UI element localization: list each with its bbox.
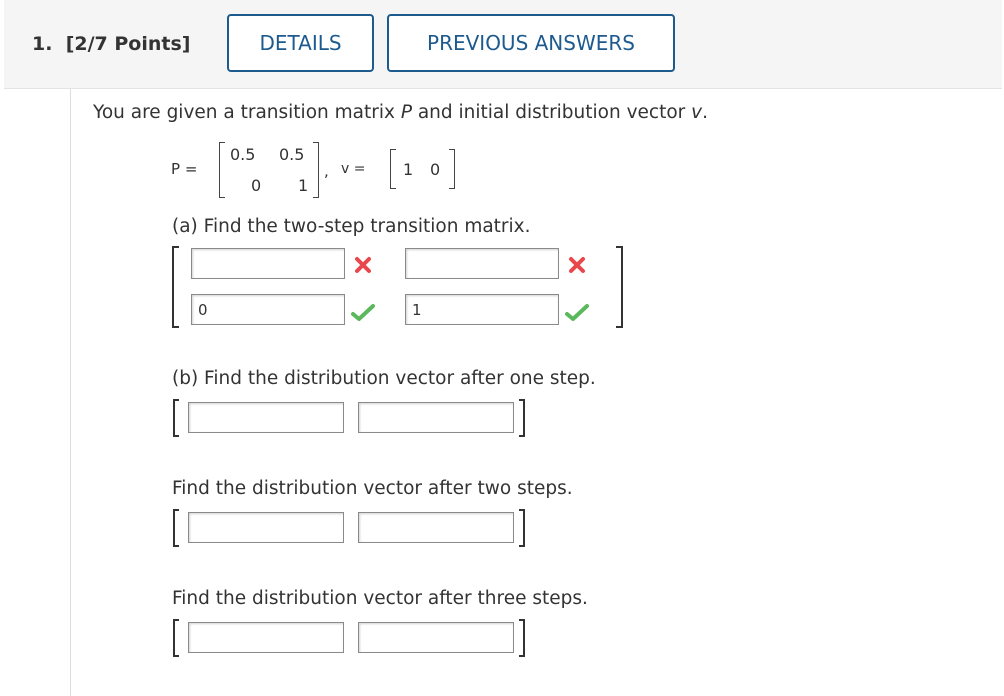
question-number: 1. [32, 33, 53, 55]
part-b-right-bracket [519, 399, 525, 437]
part-b-prompt: (b) Find the distribution vector after o… [172, 368, 596, 389]
points-label: [2/7 Points] [65, 33, 191, 55]
v-cell-1: 1 [403, 160, 414, 179]
p-right-bracket [313, 142, 319, 198]
question-header: 1. [2/7 Points] DETAILS PREVIOUS ANSWERS [4, 0, 1002, 89]
part-d-value-1-input[interactable] [188, 622, 344, 653]
part-a-cell-11-input[interactable] [191, 248, 345, 279]
content-divider [70, 89, 71, 696]
part-c-value-1-input[interactable] [188, 512, 344, 543]
part-b-left-bracket [173, 399, 179, 437]
part-d-right-bracket [519, 619, 525, 657]
part-a-right-bracket [616, 246, 623, 328]
part-c-right-bracket [519, 509, 525, 547]
part-d-left-bracket [173, 619, 179, 657]
part-d-value-2-input[interactable] [358, 622, 514, 653]
part-c-value-2-input[interactable] [358, 512, 514, 543]
p-cell-11: 0.5 [230, 145, 256, 164]
check-icon [351, 304, 375, 321]
part-a-cell-21-input[interactable] [191, 294, 345, 325]
intro-text: You are given a transition matrix P and … [93, 102, 709, 123]
part-a-prompt: (a) Find the two-step transition matrix. [172, 216, 531, 237]
details-button[interactable]: DETAILS [227, 14, 374, 72]
v-cell-2: 0 [430, 160, 441, 179]
part-a-left-bracket [172, 246, 179, 328]
p-left-bracket [219, 142, 225, 198]
part-c-left-bracket [173, 509, 179, 547]
v-left-bracket [390, 149, 396, 189]
part-d-prompt: Find the distribution vector after three… [172, 588, 588, 609]
part-b-value-2-input[interactable] [358, 402, 514, 433]
p-cell-21: 0 [251, 176, 262, 195]
part-c-prompt: Find the distribution vector after two s… [172, 478, 573, 499]
cross-icon [355, 257, 371, 273]
previous-answers-button[interactable]: PREVIOUS ANSWERS [387, 14, 675, 72]
p-cell-12: 0.5 [279, 145, 305, 164]
matrix-separator: , [324, 162, 329, 180]
part-a-cell-12-input[interactable] [405, 248, 559, 279]
check-icon [565, 304, 589, 321]
v-right-bracket [449, 149, 455, 189]
part-b-value-1-input[interactable] [188, 402, 344, 433]
p-cell-22: 1 [298, 176, 309, 195]
v-label: v = [341, 161, 366, 177]
question-title: 1. [2/7 Points] [32, 33, 190, 55]
part-a-cell-22-input[interactable] [405, 294, 559, 325]
cross-icon [569, 257, 585, 273]
p-label: P = [171, 160, 198, 178]
